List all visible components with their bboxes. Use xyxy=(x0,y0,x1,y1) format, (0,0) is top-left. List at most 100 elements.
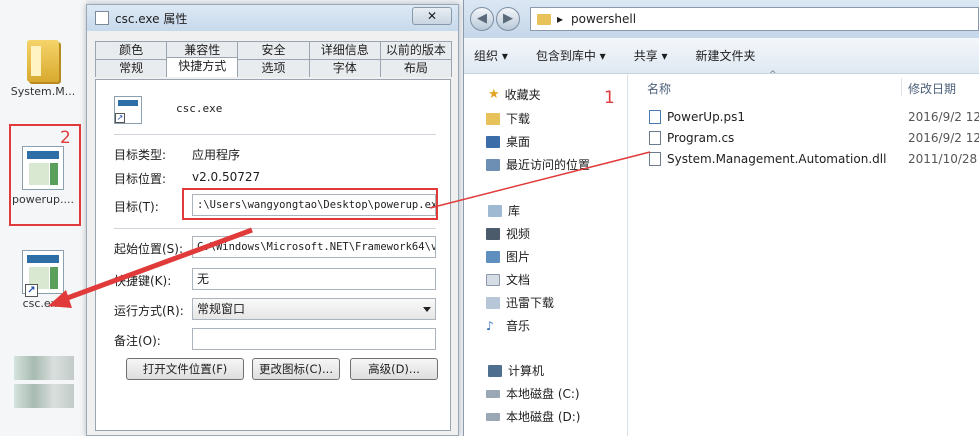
code-file-icon xyxy=(649,131,661,145)
nav-label: 迅雷下载 xyxy=(506,296,555,310)
tab-colors[interactable]: 颜色 xyxy=(95,41,168,59)
file-row-program[interactable]: Program.cs xyxy=(649,131,734,145)
column-divider xyxy=(901,78,902,96)
desktop-icon-csc[interactable]: ↗ csc.exe xyxy=(3,250,83,310)
file-name: PowerUp.ps1 xyxy=(667,110,745,124)
desktop-icon-label: csc.exe xyxy=(22,297,64,310)
file-list: ^ 名称 修改日期 PowerUp.ps1 2016/9/2 12: Progr… xyxy=(629,70,979,436)
share-button[interactable]: 共享 ▾ xyxy=(634,47,668,64)
column-header-name[interactable]: 名称 xyxy=(647,80,671,97)
nav-label: 本地磁盘 (D:) xyxy=(506,410,581,424)
nav-desktop[interactable]: 桌面 xyxy=(486,133,530,150)
nav-downloads[interactable]: 下载 xyxy=(486,110,530,127)
nav-label: 本地磁盘 (C:) xyxy=(506,387,580,401)
address-bar[interactable]: ▸ powershell xyxy=(530,7,979,31)
annotation-number: 1 xyxy=(604,88,615,108)
nav-libraries[interactable]: 库 xyxy=(488,202,520,219)
library-icon xyxy=(488,204,502,217)
advanced-button[interactable]: 高级(D)... xyxy=(350,358,438,380)
close-button[interactable]: ✕ xyxy=(412,7,452,25)
nav-label: 文档 xyxy=(506,273,531,287)
drive-icon xyxy=(486,389,500,398)
change-icon-button[interactable]: 更改图标(C)... xyxy=(252,358,340,380)
nav-favorites[interactable]: ★ 收藏夹 xyxy=(488,86,541,103)
breadcrumb-separator-icon: ▸ xyxy=(557,12,564,26)
command-bar: 组织 ▾ 包含到库中 ▾ 共享 ▾ 新建文件夹 xyxy=(464,38,979,74)
target-location-label: 目标位置: xyxy=(114,172,167,186)
nav-label: 视频 xyxy=(506,227,531,241)
nav-recent-places[interactable]: 最近访问的位置 xyxy=(486,156,590,173)
file-icon: ↗ xyxy=(114,96,142,124)
start-in-input[interactable]: C:\Windows\Microsoft.NET\Framework64\v2 xyxy=(192,236,436,258)
properties-dialog: csc.exe 属性 ✕ 颜色 兼容性 安全 详细信息 以前的版本 常规 快捷方… xyxy=(86,4,459,436)
open-file-location-button[interactable]: 打开文件位置(F) xyxy=(126,358,244,380)
nav-drive-d[interactable]: 本地磁盘 (D:) xyxy=(486,408,580,425)
window-icon xyxy=(95,11,109,25)
tab-security[interactable]: 安全 xyxy=(237,41,310,59)
comment-label: 备注(O): xyxy=(114,334,161,348)
divider xyxy=(114,134,436,135)
script-file-icon xyxy=(649,110,661,124)
dll-file-icon xyxy=(649,152,661,166)
desktop-icon-label: System.M... xyxy=(10,85,76,98)
desktop-icon xyxy=(486,135,500,148)
folder-icon xyxy=(537,13,551,25)
forward-button[interactable]: ▶ xyxy=(496,7,520,31)
target-location-value: v2.0.50727 xyxy=(192,170,261,184)
include-in-library-button[interactable]: 包含到库中 ▾ xyxy=(536,47,606,64)
tab-layout[interactable]: 布局 xyxy=(379,59,453,77)
target-type-label: 目标类型: xyxy=(114,148,167,162)
star-icon: ★ xyxy=(488,87,500,102)
column-header-date[interactable]: 修改日期 xyxy=(908,80,956,97)
nav-pictures[interactable]: 图片 xyxy=(486,248,530,265)
folder-icon xyxy=(27,40,59,82)
run-select[interactable]: 常规窗口 xyxy=(192,298,436,320)
tab-previous-versions[interactable]: 以前的版本 xyxy=(379,41,453,59)
tab-general[interactable]: 常规 xyxy=(95,59,168,77)
run-select-value: 常规窗口 xyxy=(197,302,246,316)
picture-library-icon xyxy=(486,250,500,263)
comment-input[interactable] xyxy=(192,328,436,350)
nav-drive-c[interactable]: 本地磁盘 (C:) xyxy=(486,385,580,402)
shortcut-key-label: 快捷键(K): xyxy=(114,274,172,288)
nav-label: 库 xyxy=(508,204,521,218)
divider xyxy=(114,228,436,229)
back-button[interactable]: ◀ xyxy=(470,7,494,31)
file-row-automation-dll[interactable]: System.Management.Automation.dll xyxy=(649,152,886,166)
file-date: 2016/9/2 12: xyxy=(908,110,979,124)
tab-details[interactable]: 详细信息 xyxy=(308,41,381,59)
run-label: 运行方式(R): xyxy=(114,304,184,318)
desktop: System.M... powerup.... ↗ csc.exe 2 xyxy=(0,0,86,436)
desktop-icon-system-management[interactable]: System.M... xyxy=(3,40,83,98)
computer-icon xyxy=(488,364,502,377)
tab-shortcut[interactable]: 快捷方式 xyxy=(166,57,239,77)
shortcut-application-icon: ↗ xyxy=(22,250,64,297)
file-row-powerup[interactable]: PowerUp.ps1 xyxy=(649,110,745,124)
tab-options[interactable]: 选项 xyxy=(237,59,310,77)
nav-thunder-downloads[interactable]: 迅雷下载 xyxy=(486,294,554,311)
file-name: csc.exe xyxy=(176,102,223,115)
file-name: Program.cs xyxy=(667,131,735,145)
blurred-area xyxy=(14,356,74,380)
video-library-icon xyxy=(486,227,500,240)
nav-videos[interactable]: 视频 xyxy=(486,225,530,242)
nav-label: 下载 xyxy=(506,112,531,126)
annotation-highlight-box xyxy=(182,188,438,220)
nav-label: 收藏夹 xyxy=(504,88,541,102)
organize-button[interactable]: 组织 ▾ xyxy=(474,47,508,64)
shortcut-key-input[interactable]: 无 xyxy=(192,268,436,290)
shortcut-tab-panel: ↗ csc.exe 目标类型: 应用程序 目标位置: v2.0.50727 目标… xyxy=(95,79,451,431)
nav-label: 计算机 xyxy=(508,364,545,378)
nav-label: 最近访问的位置 xyxy=(506,158,591,172)
nav-computer[interactable]: 计算机 xyxy=(488,362,544,379)
tab-font[interactable]: 字体 xyxy=(308,59,381,77)
nav-music[interactable]: ♪ 音乐 xyxy=(486,317,530,334)
navigation-pane: ★ 收藏夹 1 下载 桌面 最近访问的位置 库 视频 图片 文档 迅雷下载 ♪ 音… xyxy=(464,74,628,436)
explorer-window: ◀ ▶ ▸ powershell 组织 ▾ 包含到库中 ▾ 共享 ▾ 新建文件夹… xyxy=(463,0,979,436)
new-folder-button[interactable]: 新建文件夹 xyxy=(696,47,756,64)
nav-documents[interactable]: 文档 xyxy=(486,271,530,288)
breadcrumb-path: powershell xyxy=(571,12,637,26)
recent-places-icon xyxy=(486,158,500,171)
file-date: 2016/9/2 12: xyxy=(908,131,979,145)
sort-up-icon: ^ xyxy=(769,70,777,80)
